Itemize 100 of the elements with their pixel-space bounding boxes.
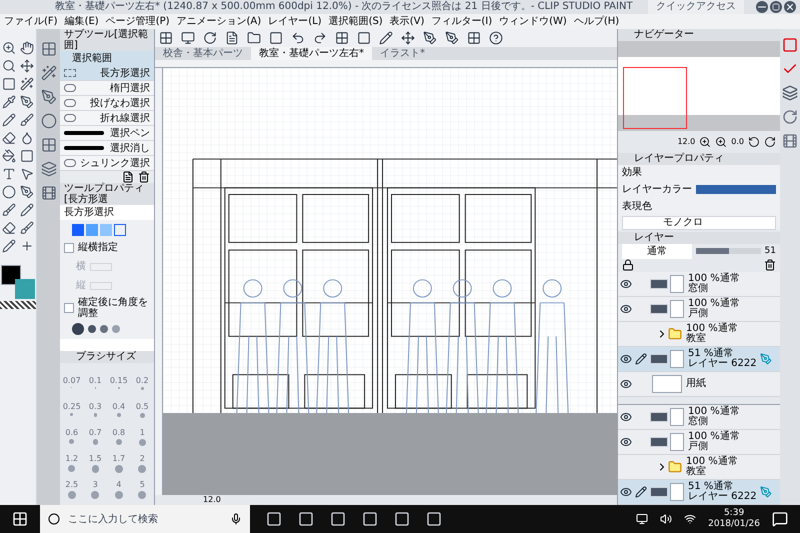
notification-icon[interactable] (772, 511, 788, 527)
auto-select-icon[interactable] (40, 65, 56, 81)
subtool-item[interactable]: シュリンク選択 (60, 156, 154, 171)
eye-icon[interactable] (620, 303, 632, 316)
zoom-icon[interactable] (2, 41, 16, 55)
menu-item[interactable]: ヘルプ(H) (574, 14, 620, 29)
menu-item[interactable]: 表示(V) (390, 14, 424, 29)
display-icon[interactable] (181, 31, 195, 45)
brush-size-option[interactable]: 0.15 (107, 375, 130, 401)
animation-tab-icon[interactable] (782, 133, 798, 149)
eye-icon[interactable] (620, 278, 632, 290)
document-tab[interactable]: 教室・基礎パーツ左右* (251, 47, 372, 60)
layer-row[interactable]: 100 %通常 窓側 (618, 404, 780, 430)
transparent-swatch[interactable] (0, 301, 36, 309)
brush-tip[interactable] (72, 323, 84, 335)
layer-row[interactable]: 100 %通常 戸側 (618, 430, 780, 455)
quick-access-bar[interactable]: クイックアクセス (648, 0, 744, 14)
pencil-icon[interactable] (20, 203, 34, 217)
redo-icon[interactable] (313, 31, 327, 45)
taskbar-search-field[interactable]: ここに入力して検索 (40, 505, 250, 533)
pencil-icon[interactable] (2, 239, 16, 253)
maximize-icon[interactable] (770, 1, 782, 13)
brush-size-option[interactable]: 4 (107, 479, 130, 505)
height-field[interactable] (90, 282, 112, 290)
layer-row[interactable]: 100 %通常 教室 (618, 322, 780, 348)
lock-icon[interactable] (622, 259, 634, 272)
brush-size-option[interactable]: 0.3 (84, 401, 107, 427)
app-icon[interactable] (394, 511, 410, 527)
app-icon[interactable] (362, 511, 378, 527)
pen-icon[interactable] (20, 95, 34, 109)
eye-icon[interactable] (620, 410, 632, 423)
eraser-icon[interactable] (2, 131, 16, 145)
eye-icon[interactable] (620, 486, 632, 498)
new-file-icon[interactable] (122, 171, 134, 183)
menu-item[interactable]: ファイル(F) (4, 14, 58, 29)
brush-size-option[interactable]: 0.25 (60, 401, 84, 427)
layers-icon[interactable] (40, 161, 56, 177)
brush-size-option[interactable]: 0.8 (107, 427, 130, 453)
brush-size-option[interactable]: 1.2 (60, 453, 84, 479)
brush-icon[interactable] (2, 203, 16, 217)
blend-mode-dropdown[interactable]: 通常 (622, 244, 692, 259)
brush-size-option[interactable]: 5 (130, 479, 154, 505)
microphone-icon[interactable] (230, 513, 242, 525)
brush-icon[interactable] (20, 221, 34, 235)
brush-size-option[interactable]: 0.2 (130, 375, 154, 401)
layer-row[interactable]: 51 %通常 レイヤー 6222 (618, 347, 780, 372)
layer-color-bar[interactable] (696, 185, 776, 194)
width-field[interactable] (90, 262, 112, 270)
menu-item[interactable]: ページ管理(P) (106, 14, 170, 29)
layer-row[interactable]: 100 %通常 教室 (618, 454, 780, 480)
menu-item[interactable]: アニメーション(A) (176, 14, 262, 29)
open-folder-icon[interactable] (247, 31, 261, 45)
brush-size-option[interactable]: 1.5 (84, 453, 107, 479)
brush-size-option[interactable]: 0.07 (60, 375, 84, 401)
brush-size-option[interactable]: 0.7 (84, 427, 107, 453)
brush-size-option[interactable]: 2.5 (60, 479, 84, 505)
view-frame[interactable] (623, 67, 687, 129)
layer-row[interactable]: 100 %通常 窓側 (618, 272, 780, 298)
layer-row[interactable]: 用紙 (618, 372, 780, 398)
subtool-item[interactable]: 投げなわ選択 (60, 96, 154, 111)
close-icon[interactable] (782, 0, 798, 16)
minimize-icon[interactable] (756, 1, 768, 13)
transform-icon[interactable] (401, 31, 415, 45)
menu-item[interactable]: フィルター(I) (431, 14, 492, 29)
brush-size-option[interactable]: 1 (130, 427, 154, 453)
menu-item[interactable]: 選択範囲(S) (328, 14, 383, 29)
checkbox[interactable] (64, 242, 74, 252)
sub-color-swatch[interactable] (15, 279, 35, 299)
volume-icon[interactable] (660, 513, 672, 525)
brush-size-option[interactable]: 0.1 (84, 375, 107, 401)
clock-time[interactable]: 5:39 (724, 508, 744, 519)
pen-group-icon[interactable] (40, 89, 56, 105)
move-icon[interactable] (20, 59, 34, 73)
opacity-slider[interactable] (696, 248, 761, 254)
wand-icon[interactable] (20, 77, 34, 91)
eye-icon[interactable] (620, 353, 632, 366)
checkbox[interactable] (64, 303, 74, 313)
menu-item[interactable]: レイヤー(L) (268, 14, 322, 29)
shape-icon[interactable] (2, 185, 16, 199)
blend-icon[interactable] (20, 131, 34, 145)
trash-icon[interactable] (764, 259, 776, 272)
main-color-swatch[interactable] (1, 265, 21, 285)
hand-icon[interactable] (20, 41, 34, 55)
pen-icon[interactable] (20, 185, 34, 199)
brush-size-option[interactable]: 3 (84, 479, 107, 505)
layer-row[interactable]: 51 %通常 レイヤー 6222 (618, 480, 780, 505)
windows-start-icon[interactable] (12, 511, 28, 527)
brush-icon[interactable] (20, 113, 34, 127)
film-icon[interactable] (40, 185, 56, 201)
cortana-circle-icon[interactable] (48, 513, 60, 525)
intersect-selection-mode[interactable] (114, 224, 126, 236)
eraser-icon[interactable] (2, 221, 16, 235)
subtool-item[interactable]: 楕円選択 (60, 81, 154, 96)
grid-icon[interactable] (159, 31, 173, 45)
brush-size-option[interactable]: 2 (130, 453, 154, 479)
bucket-icon[interactable] (2, 149, 16, 163)
canvas-area[interactable]: 12.0 (155, 60, 617, 505)
trash-icon[interactable] (138, 171, 150, 183)
eye-icon[interactable] (620, 436, 632, 448)
search-icon[interactable] (2, 59, 16, 73)
